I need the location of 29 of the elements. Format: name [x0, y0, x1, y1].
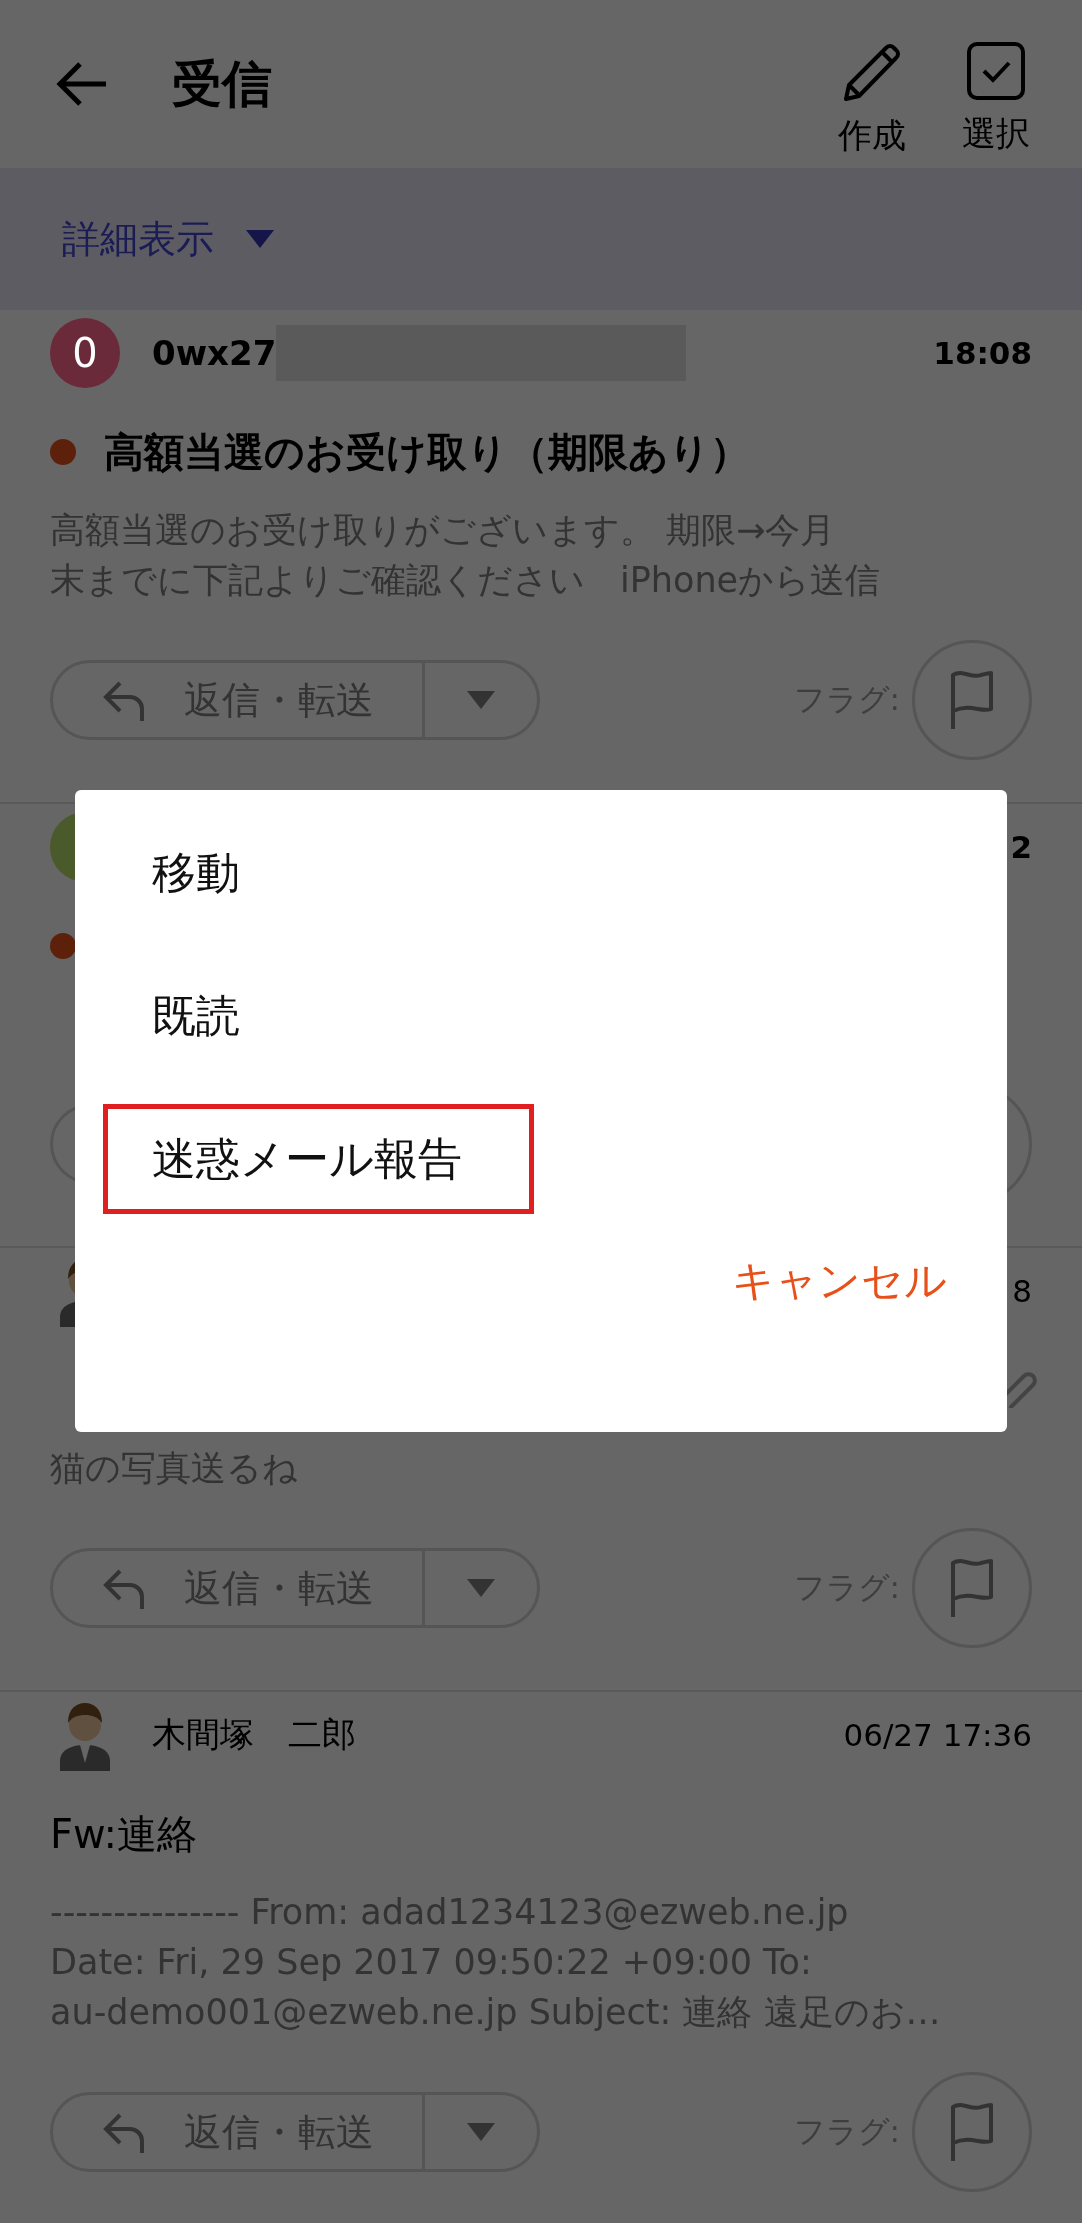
- compose-button[interactable]: 作成: [810, 39, 934, 159]
- received-time: 06/27 17:36: [843, 1717, 1032, 1753]
- flag-icon: [949, 2101, 995, 2163]
- checkbox-icon: [966, 41, 1026, 101]
- mail-subject: Fw:連絡: [50, 1809, 197, 1859]
- select-button[interactable]: 選択: [934, 41, 1058, 157]
- flag-icon: [949, 669, 995, 731]
- received-time: 2: [1010, 829, 1032, 865]
- received-time: 8: [1012, 1273, 1032, 1309]
- sender-name: 木間塚 二郎: [152, 1713, 356, 1756]
- flag-button[interactable]: [912, 640, 1032, 760]
- caret-icon: [467, 2123, 495, 2141]
- menu-item[interactable]: 迷惑メール報告: [103, 1104, 534, 1214]
- caret-icon: [467, 691, 495, 709]
- caret-icon: [467, 1579, 495, 1597]
- avatar: 0: [50, 318, 120, 388]
- flag-button[interactable]: [912, 1528, 1032, 1648]
- menu-item[interactable]: 移動: [103, 818, 534, 928]
- view-mode-dropdown[interactable]: 詳細表示: [62, 213, 274, 265]
- cancel-button[interactable]: キャンセル: [728, 1247, 951, 1315]
- back-icon[interactable]: [56, 61, 108, 107]
- caret-icon: [246, 230, 274, 248]
- menu-item[interactable]: 既読: [103, 961, 534, 1071]
- sender-name: 0wx27: [152, 333, 277, 373]
- flag-icon: [949, 1557, 995, 1619]
- flag-button[interactable]: [912, 2072, 1032, 2192]
- mail-subject: 高額当選のお受け取り（期限あり）: [104, 427, 750, 477]
- received-time: 18:08: [933, 335, 1032, 371]
- screen-title: 受信: [172, 53, 273, 115]
